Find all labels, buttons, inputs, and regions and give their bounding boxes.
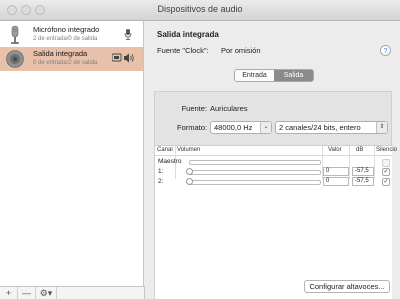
clock-source-label: Fuente "Clock": [157,46,209,55]
io-tabs: Entrada Salida [234,69,314,82]
channel-format-value: 2 canales/24 bits, entero [279,123,361,132]
title-bar: Dispositivos de audio [0,0,400,21]
device-detail: Salida integrada Fuente "Clock": Por omi… [144,21,400,299]
device-channels: 2 de entrada/0 de salida [33,36,98,42]
add-device-button[interactable]: + [0,287,18,299]
configure-speakers-button[interactable]: Configurar altavoces... [304,280,390,293]
device-list-toolbar: + — ⚙▾ [0,286,145,299]
device-name: Salida integrada [33,49,88,58]
help-button[interactable]: ? [380,45,391,56]
remove-device-button[interactable]: — [18,287,36,299]
device-item-output[interactable]: Salida integrada 0 de entrada/2 de salid… [0,47,143,71]
device-channels: 0 de entrada/2 de salida [33,60,98,66]
microphone-icon [11,25,19,44]
channel-1-mute-checkbox[interactable]: ✓ [382,168,390,176]
channel-1-db-field[interactable]: -57,5 [352,167,374,176]
channel-1-slider-knob[interactable] [186,168,193,175]
tab-entrada[interactable]: Entrada [235,70,274,81]
column-header-valor: Valor [328,147,342,153]
up-down-arrows-icon: ⇕ [376,122,387,133]
master-mute-checkbox [382,159,390,167]
channel-label-master: Maestro [158,158,182,165]
device-title: Salida integrada [157,30,219,39]
gear-menu-button[interactable]: ⚙▾ [36,287,57,299]
channel-format-select[interactable]: 2 canales/24 bits, entero ⇕ [275,121,388,134]
master-volume-slider[interactable] [189,160,321,165]
window-title: Dispositivos de audio [157,4,243,14]
tab-salida[interactable]: Salida [274,70,313,81]
column-header-silencio: Silencio [376,147,398,153]
channel-2-mute-checkbox[interactable]: ✓ [382,178,390,186]
source-value: Auriculares [210,104,248,113]
device-item-microphone[interactable]: Micrófono integrado 2 de entrada/0 de sa… [0,23,143,47]
speaker-icon [6,50,24,68]
column-header-db: dB [356,147,364,153]
channel-2-volume-slider[interactable] [189,180,321,185]
column-header-canal: Canal [157,147,173,153]
audio-devices-window: Dispositivos de audio Micrófono integrad… [0,0,400,299]
format-label: Formato: [176,123,207,132]
header-divider [155,155,392,156]
sample-rate-select[interactable]: 48000,0 Hz ⌄ [210,121,272,134]
channel-2-slider-knob[interactable] [186,178,193,185]
clock-source-value[interactable]: Por omisión [221,46,261,55]
output-panel: Fuente: Auriculares Formato: 48000,0 Hz … [154,91,397,299]
sample-rate-value: 48000,0 Hz [214,123,253,132]
chevron-down-icon: ⌄ [260,122,271,133]
column-header-volumen: Volumen [177,147,201,153]
column-divider [374,146,375,179]
channel-1-volume-slider[interactable] [189,170,321,175]
channel-volume-table: Canal Volumen Valor dB Silencio Maestro … [155,145,397,299]
channel-2-db-field[interactable]: -57,5 [352,177,374,186]
channel-label-1: 1: [158,168,164,175]
channel-1-value-field[interactable]: 0 [323,167,349,176]
source-label: Fuente: [181,104,207,113]
default-output-icons [112,53,134,63]
device-list: Micrófono integrado 2 de entrada/0 de sa… [0,21,144,286]
column-divider [349,146,350,179]
microphone-small-icon [124,29,132,40]
device-name: Micrófono integrado [33,25,100,34]
channel-2-value-field[interactable]: 0 [323,177,349,186]
channel-label-2: 2: [158,178,164,185]
